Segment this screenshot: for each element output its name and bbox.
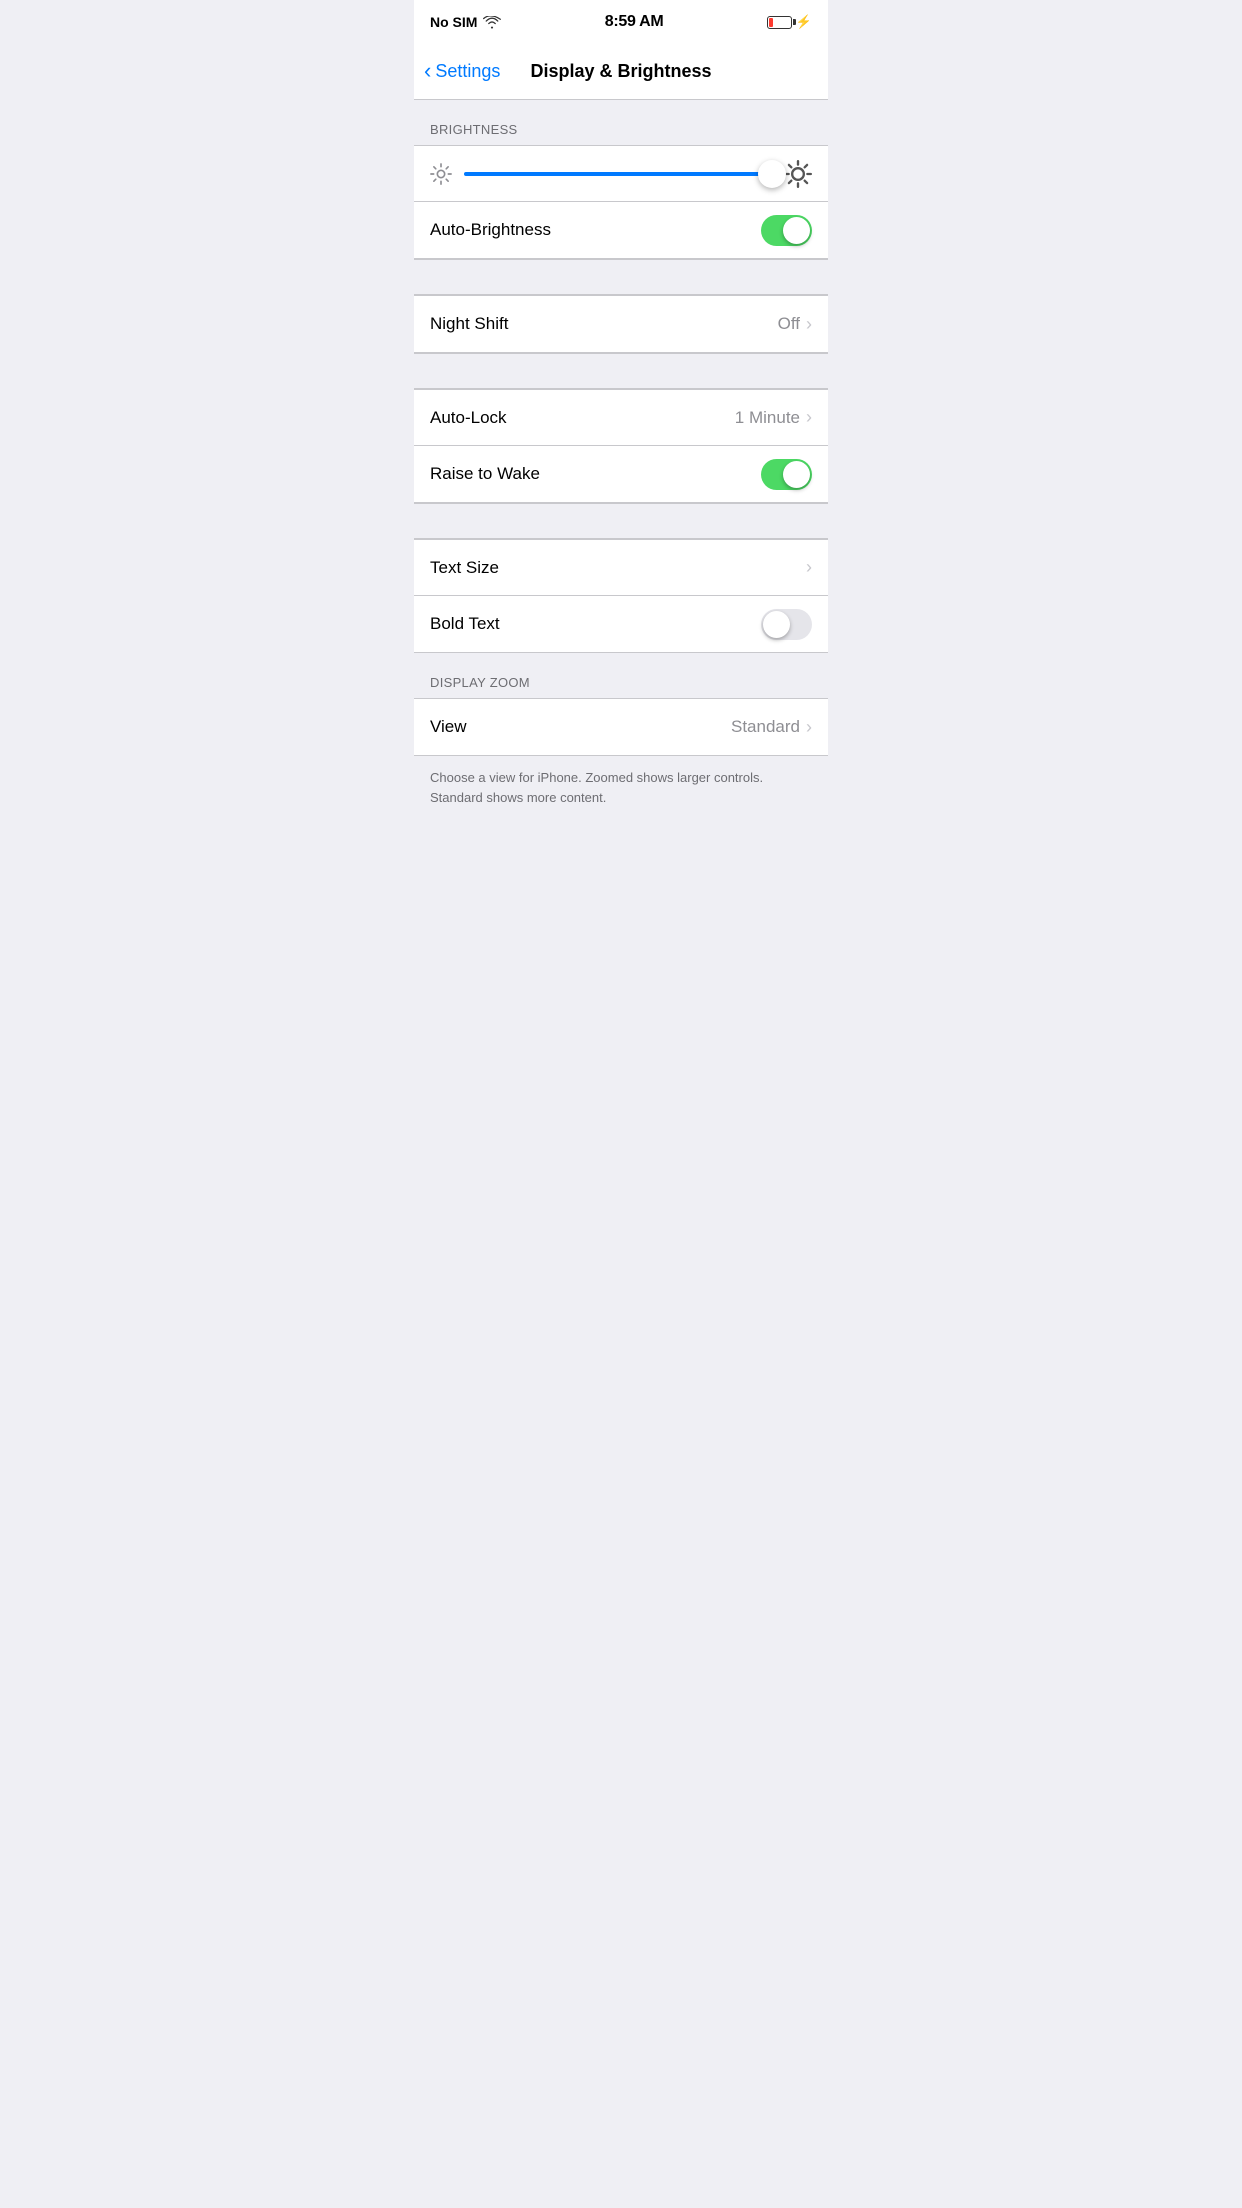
wifi-icon [483, 16, 501, 29]
text-size-right: › [806, 557, 812, 578]
text-size-row[interactable]: Text Size › [414, 540, 828, 596]
battery-fill [769, 18, 773, 27]
spacer-1 [414, 259, 828, 295]
brightness-section: BRIGHTNESS [414, 100, 828, 259]
view-value: Standard [731, 717, 800, 737]
auto-brightness-label: Auto-Brightness [430, 220, 551, 240]
bold-text-row[interactable]: Bold Text [414, 596, 828, 652]
back-chevron-icon: ‹ [424, 60, 431, 82]
text-size-chevron-icon: › [806, 557, 812, 578]
view-right: Standard › [731, 717, 812, 738]
brightness-header: BRIGHTNESS [414, 100, 828, 145]
bold-text-label: Bold Text [430, 614, 500, 634]
text-size-label: Text Size [430, 558, 499, 578]
raise-to-wake-toggle[interactable] [761, 459, 812, 490]
bold-text-toggle[interactable] [761, 609, 812, 640]
raise-to-wake-label: Raise to Wake [430, 464, 540, 484]
status-right: ⚡ [767, 14, 812, 30]
night-shift-row[interactable]: Night Shift Off › [414, 296, 828, 352]
view-chevron-icon: › [806, 717, 812, 738]
back-button[interactable]: ‹ Settings [424, 61, 500, 82]
auto-lock-label: Auto-Lock [430, 408, 507, 428]
night-shift-value: Off [778, 314, 800, 334]
raise-to-wake-row[interactable]: Raise to Wake [414, 446, 828, 502]
night-shift-right: Off › [778, 314, 812, 335]
battery-indicator [767, 16, 792, 29]
sun-large-icon [784, 160, 812, 188]
brightness-track[interactable] [464, 172, 772, 176]
lock-group: Auto-Lock 1 Minute › Raise to Wake [414, 389, 828, 503]
spacer-3 [414, 503, 828, 539]
view-label: View [430, 717, 467, 737]
auto-lock-value: 1 Minute [735, 408, 800, 428]
bold-text-knob [763, 611, 790, 638]
display-zoom-header: DISPLAY ZOOM [414, 653, 828, 698]
view-row[interactable]: View Standard › [414, 699, 828, 755]
status-left: No SIM [430, 14, 501, 30]
brightness-thumb[interactable] [758, 160, 786, 188]
carrier-label: No SIM [430, 14, 477, 30]
auto-brightness-knob [783, 217, 810, 244]
page-title: Display & Brightness [530, 61, 711, 82]
auto-brightness-toggle[interactable] [761, 215, 812, 246]
status-bar: No SIM 8:59 AM ⚡ [414, 0, 828, 44]
battery-body [767, 16, 792, 29]
back-label: Settings [435, 61, 500, 82]
night-shift-label: Night Shift [430, 314, 508, 334]
brightness-slider-row[interactable] [414, 146, 828, 202]
raise-to-wake-knob [783, 461, 810, 488]
display-zoom-footer: Choose a view for iPhone. Zoomed shows l… [414, 756, 828, 819]
nav-bar: ‹ Settings Display & Brightness [414, 44, 828, 100]
spacer-2 [414, 353, 828, 389]
night-shift-group: Night Shift Off › [414, 295, 828, 353]
auto-lock-right: 1 Minute › [735, 407, 812, 428]
auto-lock-chevron-icon: › [806, 407, 812, 428]
brightness-group: Auto-Brightness [414, 145, 828, 259]
auto-lock-row[interactable]: Auto-Lock 1 Minute › [414, 390, 828, 446]
status-time: 8:59 AM [605, 13, 664, 31]
display-zoom-group: View Standard › [414, 698, 828, 756]
sun-small-icon [430, 163, 452, 185]
auto-brightness-row[interactable]: Auto-Brightness [414, 202, 828, 258]
text-group: Text Size › Bold Text [414, 539, 828, 653]
display-zoom-section: DISPLAY ZOOM View Standard › Choose a vi… [414, 653, 828, 819]
charging-bolt-icon: ⚡ [796, 14, 812, 30]
night-shift-chevron-icon: › [806, 314, 812, 335]
